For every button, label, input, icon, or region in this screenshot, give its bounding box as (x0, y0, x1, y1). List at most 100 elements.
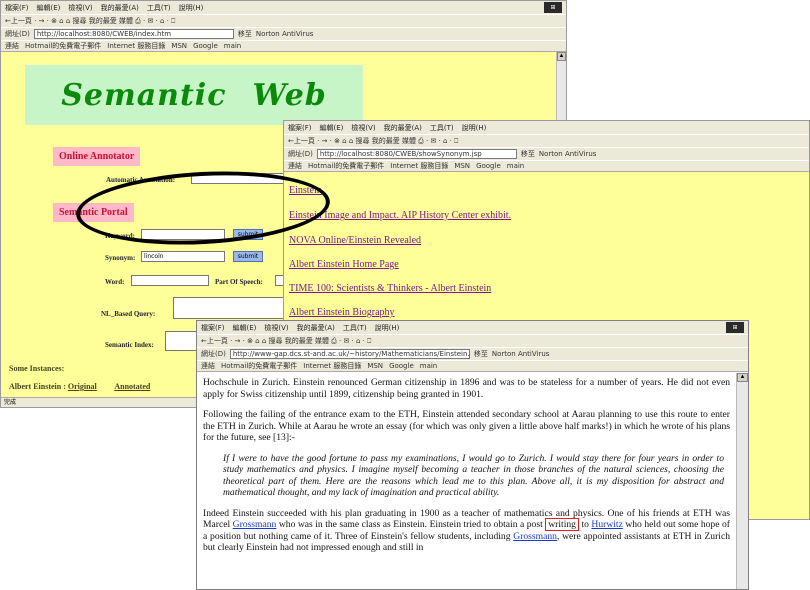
nl-query-textarea[interactable] (173, 297, 288, 319)
result-link[interactable]: Albert Einstein Biography (289, 307, 395, 318)
address-bar: 網址(D) http://www-gap.dcs.st-and.ac.uk/~h… (197, 347, 748, 360)
menu-file[interactable]: 檔案(F) (5, 3, 29, 13)
grossmann-link[interactable]: Grossmann (233, 519, 277, 530)
links-label: 連結 (201, 362, 215, 370)
synonym-label: Synonym: (105, 254, 136, 262)
go-button[interactable]: 移至 (521, 149, 535, 159)
title-word-semantic: Semantic (61, 77, 227, 113)
links-label: 連結 (5, 42, 19, 50)
link-hotmail[interactable]: Hotmail的免費電子郵件 (308, 161, 384, 171)
vertical-scrollbar[interactable]: ▲ (736, 373, 748, 589)
address-label: 網址(D) (5, 30, 30, 38)
menu-help[interactable]: 說明(H) (375, 323, 400, 333)
menu-view[interactable]: 檢視(V) (351, 123, 375, 133)
menu-file[interactable]: 檔案(F) (201, 323, 225, 333)
part-of-speech-label: Part Of Speech: (215, 278, 263, 286)
grossmann-link[interactable]: Grossmann (513, 531, 557, 542)
link-main[interactable]: main (224, 42, 242, 50)
address-input[interactable]: http://localhost:8080/CWEB/index.htm (33, 29, 234, 39)
annotated-word-highlight: writing (545, 518, 579, 531)
online-annotator-heading: Online Annotator (53, 147, 141, 166)
link-msn[interactable]: MSN (171, 42, 187, 50)
menu-favorites[interactable]: 我的最愛(A) (384, 123, 422, 133)
links-bar: 連結 Hotmail的免費電子郵件 Internet 服務目錄 MSN Goog… (284, 160, 809, 172)
go-button[interactable]: 移至 (238, 29, 252, 39)
menu-edit[interactable]: 編輯(E) (233, 323, 257, 333)
link-msn[interactable]: MSN (367, 362, 383, 370)
synonym-input[interactable]: lincoln (141, 251, 225, 262)
menu-edit[interactable]: 編輯(E) (37, 3, 61, 13)
windows-logo-icon: ⊞ (726, 322, 744, 333)
toolbar: ←上一頁 · → · ⊗ ⌂ ⌂ 搜尋 我的最愛 媒體 ⎙ · ✉ · ⌂ · … (1, 14, 566, 27)
menu-help[interactable]: 說明(H) (179, 3, 204, 13)
link-msn[interactable]: MSN (454, 162, 470, 170)
menu-view[interactable]: 檢視(V) (68, 3, 92, 13)
page-title-banner: Semantic Web (25, 65, 363, 125)
nl-query-label: NL_Based Query: (101, 310, 156, 318)
menu-tools[interactable]: 工具(T) (430, 123, 454, 133)
norton-button[interactable]: Norton AntiVirus (256, 30, 314, 38)
link-main[interactable]: main (420, 362, 438, 370)
toolbar: ←上一頁 · → · ⊗ ⌂ ⌂ 搜尋 我的最愛 媒體 ⎙ · ✉ · ⌂ · … (284, 134, 809, 147)
link-hotmail[interactable]: Hotmail的免費電子郵件 (25, 41, 101, 51)
menu-bar: 檔案(F) 編輯(E) 檢視(V) 我的最愛(A) 工具(T) 說明(H) (1, 1, 566, 14)
word-label: Word: (105, 278, 125, 286)
title-word-web: Web (252, 77, 327, 113)
links-label: 連結 (288, 162, 302, 170)
norton-button[interactable]: Norton AntiVirus (492, 350, 550, 358)
menu-tools[interactable]: 工具(T) (343, 323, 367, 333)
link-internet[interactable]: Internet 服務目錄 (107, 41, 165, 51)
instance-annotated-link[interactable]: Annotated (114, 382, 150, 391)
address-bar: 網址(D) http://localhost:8080/CWEB/index.h… (1, 27, 566, 40)
toolbar-buttons[interactable]: ←上一頁 · → · ⊗ ⌂ ⌂ 搜尋 我的最愛 媒體 ⎙ · ✉ · ⌂ · … (5, 16, 175, 26)
link-google[interactable]: Google (193, 42, 218, 50)
some-instances-heading: Some Instances: (9, 364, 65, 373)
menu-favorites[interactable]: 我的最愛(A) (101, 3, 139, 13)
windows-logo-icon: ⊞ (544, 2, 562, 13)
address-label: 網址(D) (288, 150, 313, 158)
address-label: 網址(D) (201, 350, 226, 358)
hurwitz-link[interactable]: Hurwitz (591, 519, 622, 530)
menu-view[interactable]: 檢視(V) (264, 323, 288, 333)
toolbar: ←上一頁 · → · ⊗ ⌂ ⌂ 搜尋 我的最愛 媒體 ⎙ · ✉ · ⌂ · … (197, 334, 748, 347)
synonym-submit-button[interactable]: submit (233, 251, 263, 262)
toolbar-buttons[interactable]: ←上一頁 · → · ⊗ ⌂ ⌂ 搜尋 我的最愛 媒體 ⎙ · ✉ · ⌂ · … (288, 136, 458, 146)
result-link[interactable]: NOVA Online/Einstein Revealed (289, 235, 421, 246)
menu-tools[interactable]: 工具(T) (147, 3, 171, 13)
link-internet[interactable]: Internet 服務目錄 (390, 161, 448, 171)
address-input[interactable]: http://www-gap.dcs.st-and.ac.uk/~history… (229, 349, 470, 359)
link-internet[interactable]: Internet 服務目錄 (303, 361, 361, 371)
menu-favorites[interactable]: 我的最愛(A) (297, 323, 335, 333)
scroll-up-icon[interactable]: ▲ (737, 373, 748, 382)
word-input[interactable] (131, 275, 209, 286)
scroll-up-icon[interactable]: ▲ (557, 52, 566, 61)
paragraph: Indeed Einstein succeeded with his plan … (203, 508, 730, 554)
norton-button[interactable]: Norton AntiVirus (539, 150, 597, 158)
links-bar: 連結 Hotmail的免費電子郵件 Internet 服務目錄 MSN Goog… (1, 40, 566, 52)
link-google[interactable]: Google (389, 362, 414, 370)
link-hotmail[interactable]: Hotmail的免費電子郵件 (221, 361, 297, 371)
toolbar-buttons[interactable]: ←上一頁 · → · ⊗ ⌂ ⌂ 搜尋 我的最愛 媒體 ⎙ · ✉ · ⌂ · … (201, 336, 371, 346)
address-input[interactable]: http://localhost:8080/CWEB/showSynonym.j… (316, 149, 517, 159)
text-run: who was in the same class as Einstein. E… (276, 519, 543, 530)
article-content: Hochschule in Zurich. Einstein renounced… (197, 373, 736, 589)
menu-bar: 檔案(F) 編輯(E) 檢視(V) 我的最愛(A) 工具(T) 說明(H) (197, 321, 748, 334)
instance-name: Albert Einstein : (9, 382, 66, 391)
address-bar: 網址(D) http://localhost:8080/CWEB/showSyn… (284, 147, 809, 160)
link-google[interactable]: Google (476, 162, 501, 170)
links-bar: 連結 Hotmail的免費電子郵件 Internet 服務目錄 MSN Goog… (197, 360, 748, 372)
result-link[interactable]: TIME 100: Scientists & Thinkers - Albert… (289, 283, 491, 294)
result-link[interactable]: Albert Einstein Home Page (289, 259, 399, 270)
instance-original-link[interactable]: Original (68, 382, 97, 391)
menu-file[interactable]: 檔案(F) (288, 123, 312, 133)
instance-row: Albert Einstein : Original Annotated (9, 382, 150, 391)
menu-edit[interactable]: 編輯(E) (320, 123, 344, 133)
browser-window-einstein-biography: 檔案(F) 編輯(E) 檢視(V) 我的最愛(A) 工具(T) 說明(H) ⊞ … (196, 320, 749, 590)
semantic-index-label: Semantic Index: (105, 341, 154, 349)
paragraph: Following the failing of the entrance ex… (203, 409, 730, 443)
link-main[interactable]: main (507, 162, 525, 170)
go-button[interactable]: 移至 (474, 349, 488, 359)
menu-help[interactable]: 說明(H) (462, 123, 487, 133)
text-run: to (581, 519, 592, 530)
paragraph: Hochschule in Zurich. Einstein renounced… (203, 377, 730, 400)
